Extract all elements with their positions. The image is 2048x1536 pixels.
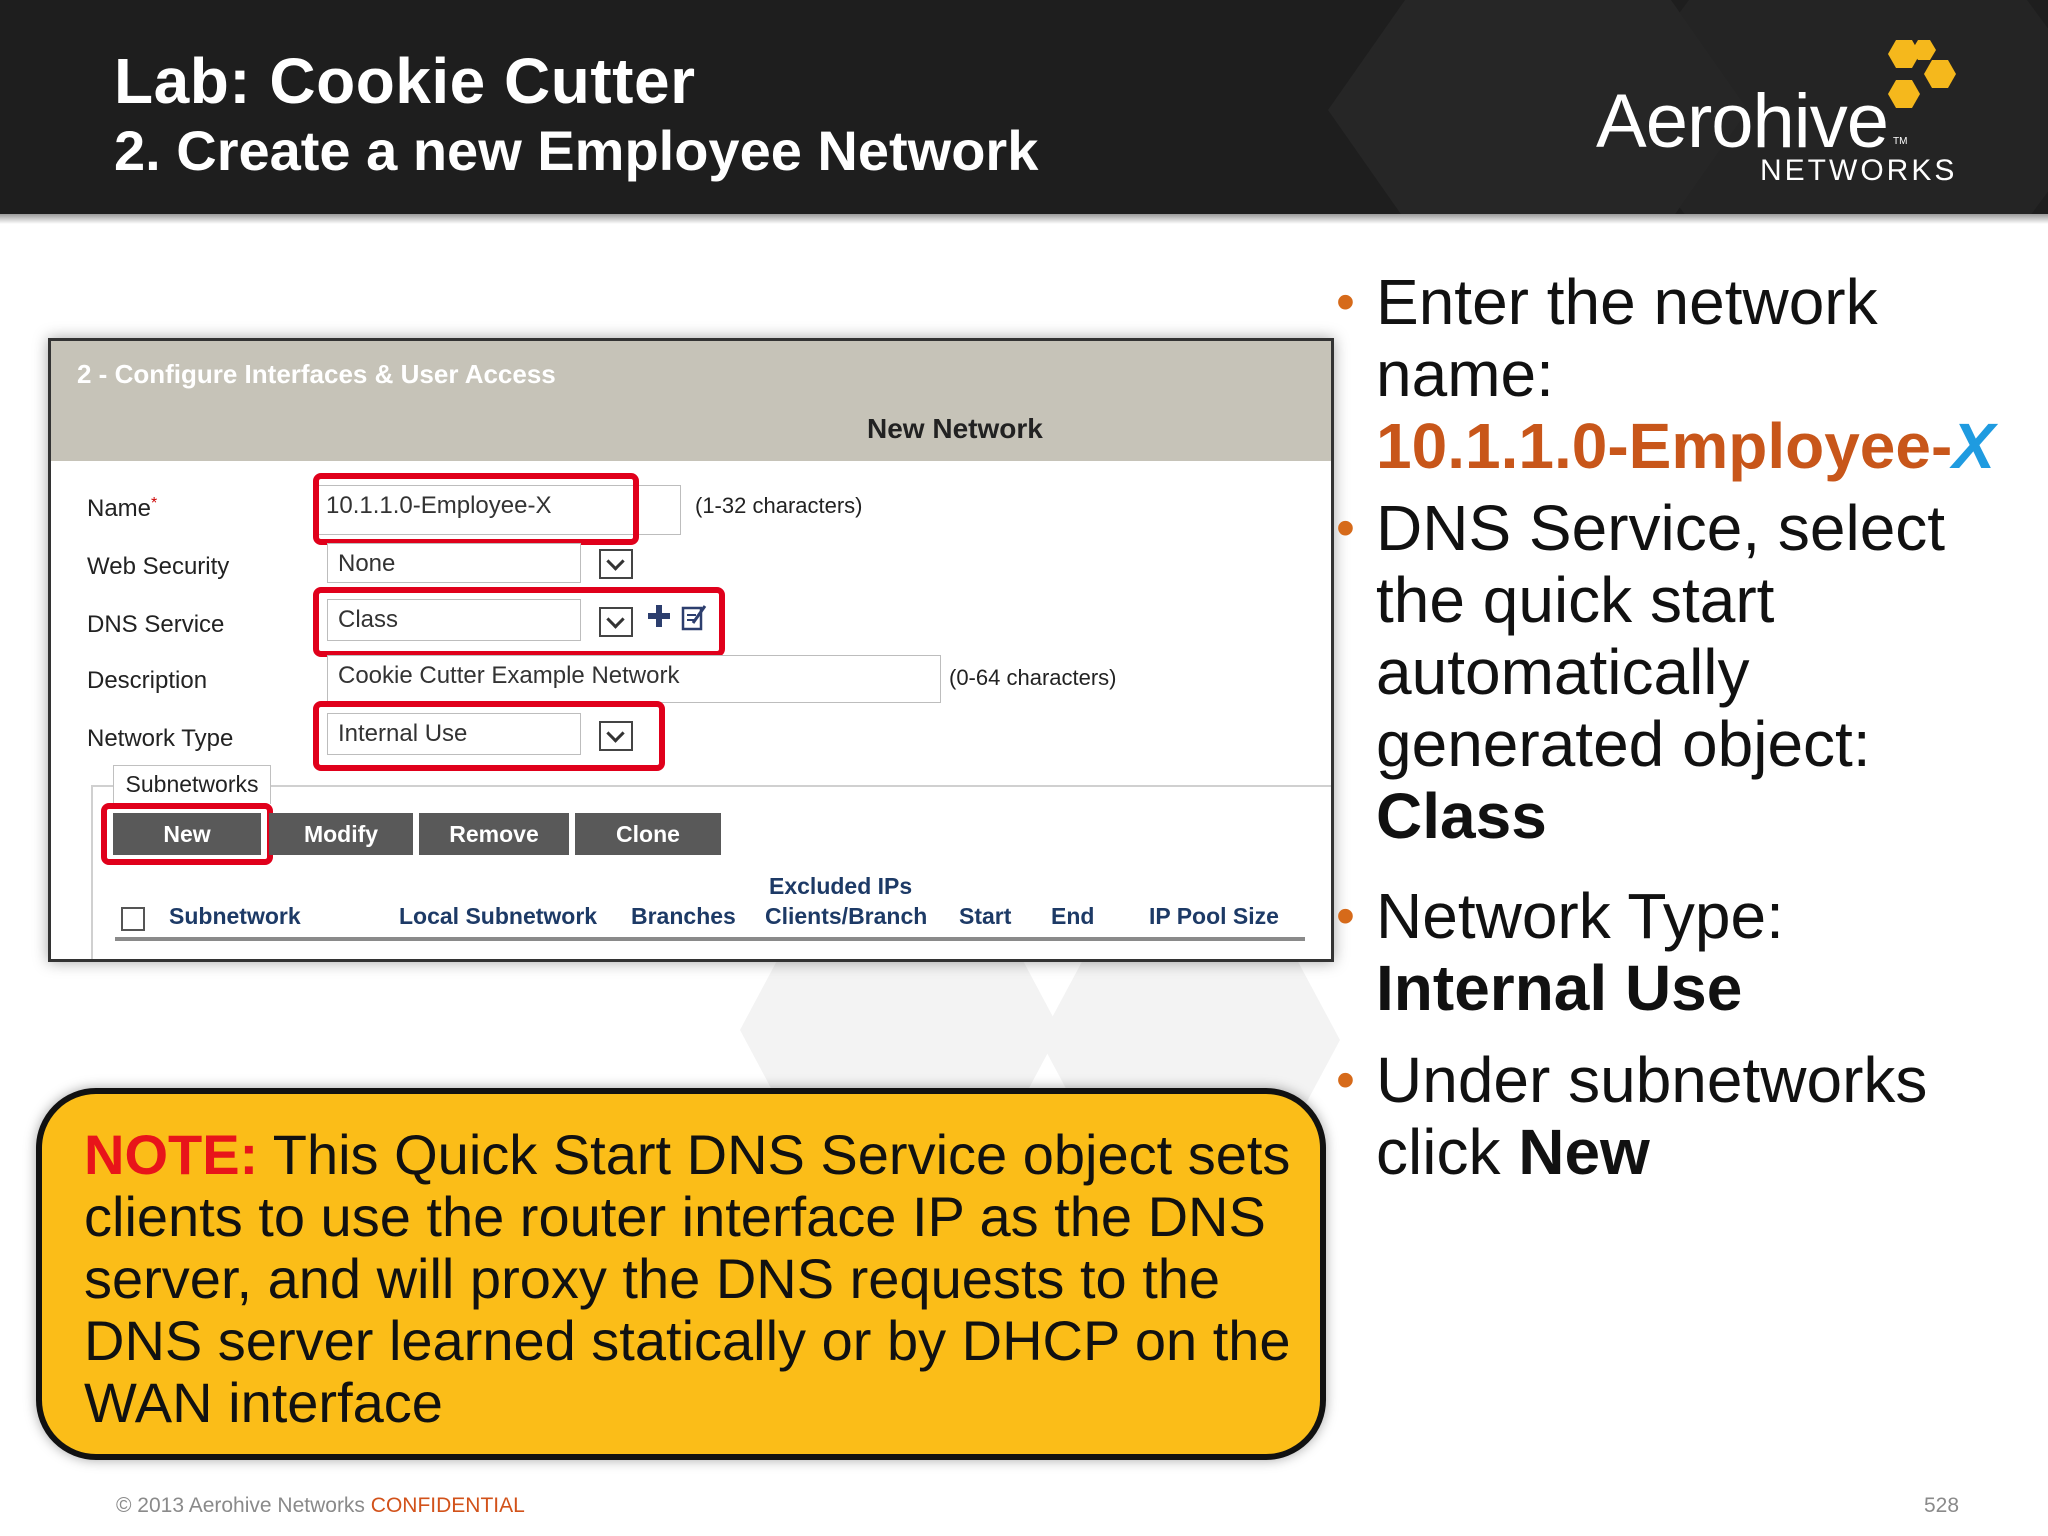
logo-networks: NETWORKS xyxy=(1760,154,1958,187)
highlight-box xyxy=(313,587,725,657)
note-body: This Quick Start DNS Service object sets… xyxy=(84,1123,1291,1434)
confidential-label: CONFIDENTIAL xyxy=(370,1494,525,1517)
bullet-label: Under subnetworks click xyxy=(1376,1044,1928,1188)
dns-value: Class xyxy=(1376,780,1547,852)
note-text: NOTE: This Quick Start DNS Service objec… xyxy=(84,1124,1294,1434)
bullet-dot-icon: • xyxy=(1336,886,1355,946)
bullet-label: Enter the network name: xyxy=(1376,266,1878,410)
web-security-label: Web Security xyxy=(87,553,230,580)
highlight-box xyxy=(313,473,639,545)
bullet-label: Network Type: xyxy=(1376,880,1784,952)
bullet-text: Network Type: Internal Use xyxy=(1376,880,2036,1024)
new-value: New xyxy=(1518,1116,1650,1188)
slide-title: Lab: Cookie Cutter xyxy=(114,45,696,117)
clone-button[interactable]: Clone xyxy=(575,813,721,855)
column-header-branches[interactable]: Branches xyxy=(631,903,736,930)
header-shadow xyxy=(0,214,2048,224)
network-name-value: 10.1.1.0-Employee- xyxy=(1376,410,1953,482)
column-header-end[interactable]: End xyxy=(1051,903,1094,930)
column-header-start[interactable]: Start xyxy=(959,903,1011,930)
tab-separator xyxy=(91,785,1331,787)
description-hint: (0-64 characters) xyxy=(949,665,1117,690)
name-label-text: Name xyxy=(87,495,152,522)
modify-button[interactable]: Modify xyxy=(269,813,413,855)
network-type-label: Network Type xyxy=(87,725,234,752)
configure-network-screenshot: 2 - Configure Interfaces & User Access N… xyxy=(48,338,1334,962)
web-security-select[interactable]: None xyxy=(327,543,581,583)
logo-trademark: TM xyxy=(1893,136,1908,147)
description-input[interactable]: Cookie Cutter Example Network xyxy=(327,655,941,703)
panel-header: 2 - Configure Interfaces & User Access N… xyxy=(51,341,1331,461)
name-label: Name* xyxy=(87,495,157,523)
table-header-divider xyxy=(115,937,1305,941)
column-header-excluded-ips: Excluded IPs xyxy=(769,873,913,899)
column-header-subnetwork[interactable]: Subnetwork xyxy=(169,903,301,930)
tab-panel-border xyxy=(91,787,93,959)
bullet-text: DNS Service, select the quick start auto… xyxy=(1376,492,2036,852)
footer-copyright: © 2013 Aerohive Networks CONFIDENTIAL xyxy=(116,1494,525,1518)
highlight-box xyxy=(313,701,665,771)
aerohive-hex-logo-icon xyxy=(1888,40,1956,108)
column-header-clients-branch[interactable]: Clients/Branch xyxy=(765,903,927,930)
bullet-text: Enter the network name: 10.1.1.0-Employe… xyxy=(1376,266,2036,482)
network-name-variable: X xyxy=(1952,410,1995,482)
required-marker: * xyxy=(151,495,158,512)
highlight-box xyxy=(101,803,273,865)
copyright-text: © 2013 Aerohive Networks xyxy=(116,1494,365,1517)
section-title: New Network xyxy=(867,413,1043,444)
page-number: 528 xyxy=(1924,1494,1960,1517)
column-header-ip-pool-size[interactable]: IP Pool Size xyxy=(1149,903,1279,930)
remove-button[interactable]: Remove xyxy=(419,813,569,855)
slide-subtitle: 2. Create a new Employee Network xyxy=(114,119,1039,182)
bullet-dot-icon: • xyxy=(1336,498,1355,558)
name-hint: (1-32 characters) xyxy=(695,493,863,518)
tab-subnetworks[interactable]: Subnetworks xyxy=(113,765,271,804)
note-label: NOTE: xyxy=(84,1123,259,1186)
chevron-down-icon[interactable] xyxy=(599,549,633,579)
bullet-text: Under subnetworks click New xyxy=(1376,1044,2036,1188)
aerohive-logo-wordmark: Aerohive xyxy=(1596,79,1889,164)
select-all-checkbox[interactable] xyxy=(121,907,145,931)
bullet-label: DNS Service, select the quick start auto… xyxy=(1376,492,1946,780)
network-type-value: Internal Use xyxy=(1376,952,1743,1024)
column-header-local-subnetwork[interactable]: Local Subnetwork xyxy=(399,903,597,930)
description-label: Description xyxy=(87,667,208,694)
step-title: 2 - Configure Interfaces & User Access xyxy=(77,359,556,389)
bullet-dot-icon: • xyxy=(1336,1050,1355,1110)
bullet-dot-icon: • xyxy=(1336,272,1355,332)
note-callout: NOTE: This Quick Start DNS Service objec… xyxy=(36,1088,1326,1460)
slide-header: Lab: Cookie Cutter 2. Create a new Emplo… xyxy=(0,0,2048,214)
dns-service-label: DNS Service xyxy=(87,611,225,638)
